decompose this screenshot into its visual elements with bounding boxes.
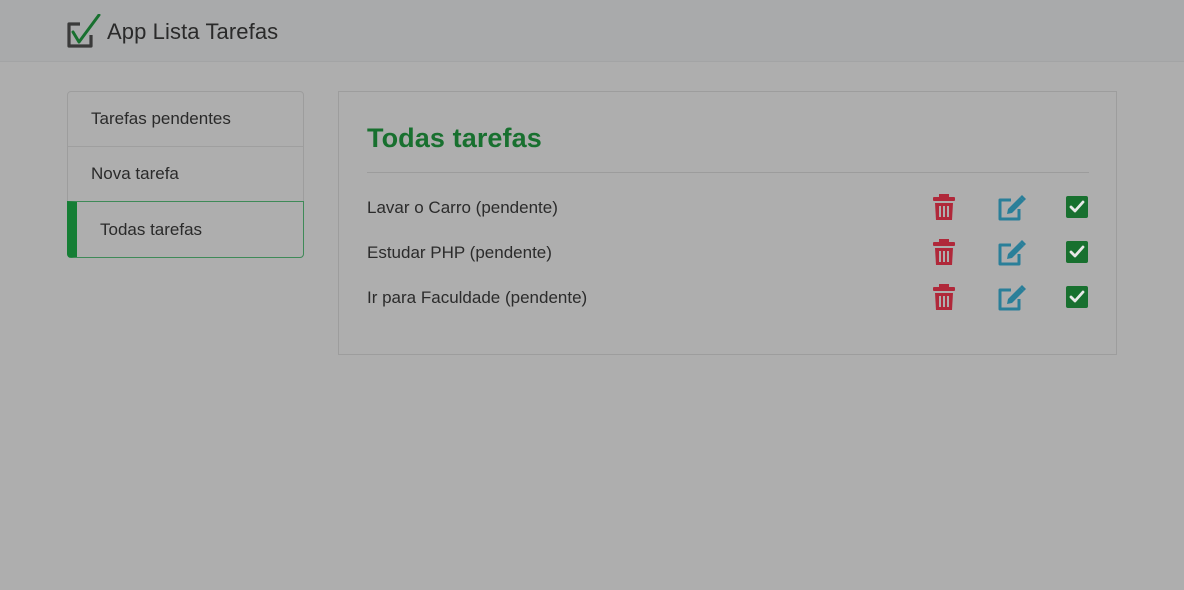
menu-item-tarefas-pendentes[interactable]: Tarefas pendentes: [68, 92, 303, 147]
task-panel: Todas tarefas Lavar o Carro (pendente) E…: [338, 91, 1117, 355]
edit-icon[interactable]: [997, 285, 1026, 311]
check-square-icon[interactable]: [1066, 286, 1090, 312]
trash-icon[interactable]: [933, 284, 957, 310]
edit-icon[interactable]: [997, 240, 1026, 266]
trash-icon[interactable]: [933, 239, 957, 265]
task-label: Estudar PHP (pendente): [367, 243, 552, 262]
check-square-icon[interactable]: [1066, 241, 1090, 267]
menu-item-nova-tarefa[interactable]: Nova tarefa: [68, 147, 303, 202]
edit-icon[interactable]: [997, 195, 1026, 221]
page-title: Todas tarefas: [367, 123, 542, 153]
task-row: Lavar o Carro (pendente): [367, 191, 1089, 227]
checkbox-check-icon: [67, 14, 101, 48]
task-row: Ir para Faculdade (pendente): [367, 281, 1089, 317]
divider: [367, 172, 1089, 173]
sidebar-menu: Tarefas pendentes Nova tarefa Todas tare…: [67, 91, 304, 258]
navbar: App Lista Tarefas: [0, 0, 1184, 62]
task-label: Ir para Faculdade (pendente): [367, 288, 588, 307]
check-square-icon[interactable]: [1066, 196, 1090, 222]
brand[interactable]: App Lista Tarefas: [66, 14, 278, 50]
menu-item-label: Tarefas pendentes: [91, 109, 231, 128]
app-title: App Lista Tarefas: [107, 19, 279, 44]
menu-item-label: Todas tarefas: [100, 219, 203, 239]
task-label: Lavar o Carro (pendente): [367, 198, 558, 217]
task-row: Estudar PHP (pendente): [367, 236, 1089, 272]
trash-icon[interactable]: [933, 194, 957, 220]
menu-item-todas-tarefas[interactable]: Todas tarefas: [67, 201, 304, 258]
menu-item-label: Nova tarefa: [91, 164, 179, 183]
